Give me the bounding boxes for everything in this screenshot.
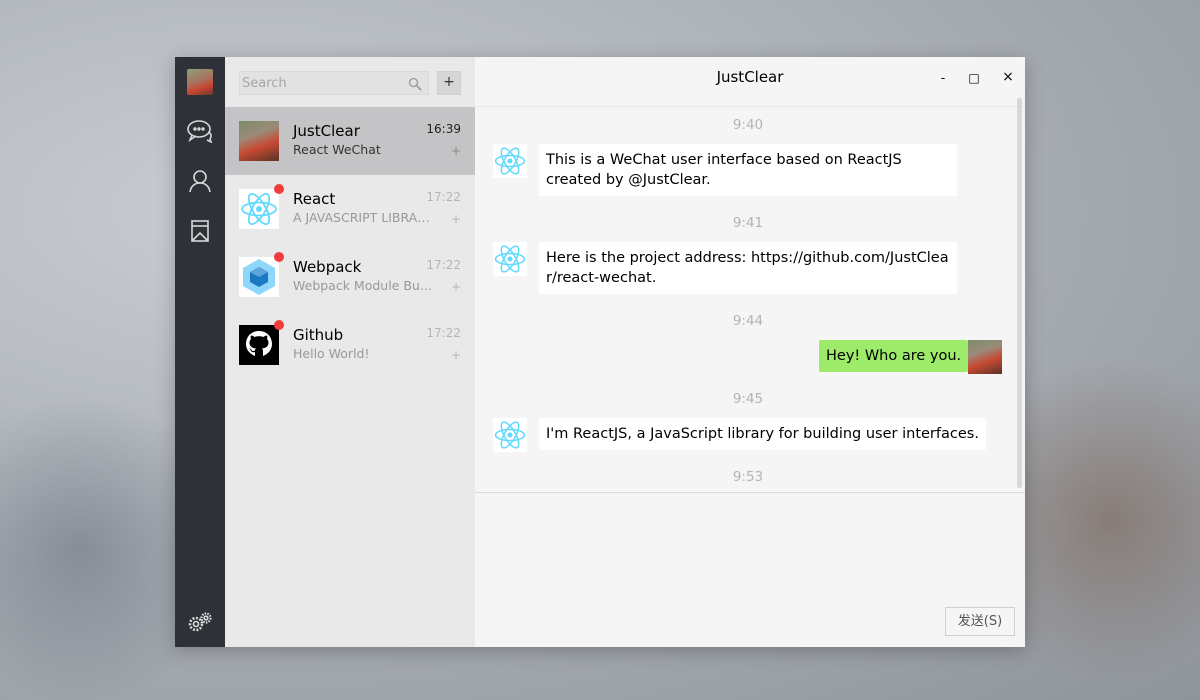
react-logo-icon xyxy=(493,418,527,452)
session-item-react[interactable]: React A JAVASCRIPT LIBRARY FOR BUILDING … xyxy=(225,175,475,243)
sidebar-rail xyxy=(175,57,225,647)
unread-badge xyxy=(274,184,284,194)
session-item-webpack[interactable]: Webpack Webpack Module Bundler 17:22 + xyxy=(225,243,475,311)
maximize-button[interactable]: □ xyxy=(966,71,982,85)
message-time: 9:41 xyxy=(732,215,764,231)
session-time: 17:22 xyxy=(426,190,461,204)
github-logo-icon xyxy=(239,325,279,365)
session-plus: + xyxy=(450,348,461,362)
message-bubble: Hey! Who are you. xyxy=(819,340,969,372)
session-list: + JustClear React WeChat 16:39 + xyxy=(225,57,475,647)
session-time: 17:22 xyxy=(426,258,461,272)
message-time: 9:40 xyxy=(732,117,764,133)
session-time: 16:39 xyxy=(426,122,461,136)
webpack-logo-icon xyxy=(239,257,279,297)
search-icon[interactable] xyxy=(408,76,422,95)
message-time: 9:53 xyxy=(732,469,764,485)
send-button[interactable]: 发送(S) xyxy=(945,607,1015,636)
contacts-icon[interactable] xyxy=(175,161,225,201)
react-logo-icon xyxy=(493,242,527,276)
session-name: Github xyxy=(293,326,344,344)
session-name: JustClear xyxy=(293,122,360,140)
search-input[interactable] xyxy=(240,72,400,95)
message-bubble: I'm ReactJS, a JavaScript library for bu… xyxy=(539,418,986,450)
message-list: 9:40 This is a WeChat user interface bas… xyxy=(475,107,1025,493)
scrollbar[interactable] xyxy=(1017,98,1022,488)
react-logo-icon xyxy=(239,189,279,229)
avatar[interactable] xyxy=(187,69,213,95)
unread-badge xyxy=(274,252,284,262)
chat-icon[interactable] xyxy=(175,111,225,151)
wechat-window: + JustClear React WeChat 16:39 + xyxy=(175,57,1025,647)
chat-panel: JustClear - □ × 9:40 This is a WeChat us… xyxy=(475,57,1025,647)
session-message: A JAVASCRIPT LIBRARY FOR BUILDING USER I… xyxy=(293,210,433,225)
add-button[interactable]: + xyxy=(437,71,461,95)
avatar xyxy=(968,340,1002,374)
session-item-github[interactable]: Github Hello World! 17:22 + xyxy=(225,311,475,379)
react-logo-icon xyxy=(493,144,527,178)
session-item-justclear[interactable]: JustClear React WeChat 16:39 + xyxy=(225,107,475,175)
search-box xyxy=(239,71,429,95)
session-name: Webpack xyxy=(293,258,362,276)
minimize-button[interactable]: - xyxy=(935,71,951,85)
session-message: Hello World! xyxy=(293,346,370,361)
session-message: React WeChat xyxy=(293,142,381,157)
session-name: React xyxy=(293,190,336,208)
favorites-icon[interactable] xyxy=(175,211,225,251)
session-message: Webpack Module Bundler xyxy=(293,278,433,293)
message-bubble: Here is the project address: https://git… xyxy=(539,242,957,294)
unread-badge xyxy=(274,320,284,330)
avatar xyxy=(239,121,279,161)
message-bubble: This is a WeChat user interface based on… xyxy=(539,144,957,196)
session-plus: + xyxy=(450,144,461,158)
session-plus: + xyxy=(450,212,461,226)
session-time: 17:22 xyxy=(426,326,461,340)
close-button[interactable]: × xyxy=(1000,69,1016,85)
settings-icon[interactable] xyxy=(175,602,225,642)
divider xyxy=(475,492,1025,493)
session-plus: + xyxy=(450,280,461,294)
message-time: 9:45 xyxy=(732,391,764,407)
message-time: 9:44 xyxy=(732,313,764,329)
